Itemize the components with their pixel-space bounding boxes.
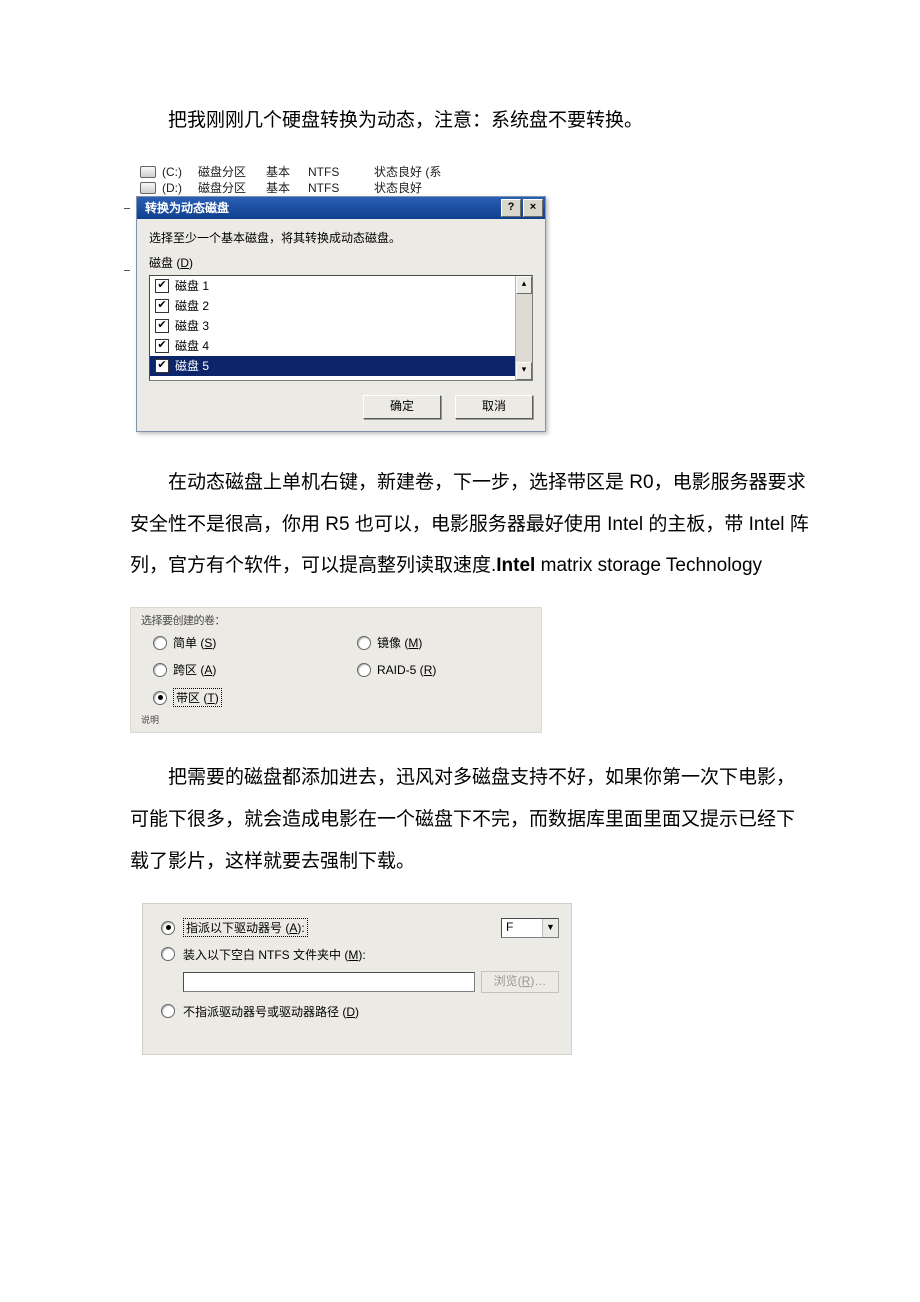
option-mount-folder[interactable]: 装入以下空白 NTFS 文件夹中 (M): — [161, 946, 559, 963]
drive-letter-value: F — [502, 919, 542, 937]
radio-label: RAID-5 (R) — [377, 663, 436, 677]
checkbox-icon[interactable]: ✔ — [155, 339, 169, 353]
col-type: 基本 — [266, 163, 302, 180]
checkbox-icon[interactable]: ✔ — [155, 279, 169, 293]
radio-icon[interactable] — [153, 636, 167, 650]
checkbox-icon[interactable]: ✔ — [155, 319, 169, 333]
radio-spanned[interactable]: 跨区 (A) — [153, 661, 327, 678]
scrollbar[interactable]: ▴ ▾ — [515, 276, 532, 380]
disk-row: (D:) 磁盘分区 基本 NTFS 状态良好 — [140, 180, 542, 196]
radio-icon[interactable] — [161, 1004, 175, 1018]
chevron-down-icon[interactable]: ▼ — [542, 919, 558, 937]
radio-mirror[interactable]: 镜像 (M) — [357, 634, 531, 651]
disk-list-background: (C:) 磁盘分区 基本 NTFS 状态良好 (系 (D:) 磁盘分区 基本 N… — [136, 162, 546, 196]
volume-type-footer: 说明 — [141, 713, 531, 726]
radio-raid5[interactable]: RAID-5 (R) — [357, 661, 531, 678]
disk-check-label: 磁盘 3 — [175, 317, 209, 334]
radio-label: 装入以下空白 NTFS 文件夹中 (M): — [183, 946, 366, 963]
radio-icon[interactable] — [153, 663, 167, 677]
browse-button[interactable]: 浏览(R)… — [481, 971, 559, 993]
col-fs: NTFS — [308, 165, 348, 179]
radio-simple[interactable]: 简单 (S) — [153, 634, 327, 651]
col-type: 基本 — [266, 179, 302, 196]
radio-icon[interactable] — [357, 636, 371, 650]
disk-check-item[interactable]: ✔ 磁盘 4 — [150, 336, 515, 356]
radio-label: 不指派驱动器号或驱动器路径 (D) — [183, 1003, 359, 1020]
radio-label: 跨区 (A) — [173, 661, 216, 678]
option-assign-letter[interactable]: 指派以下驱动器号 (A): F ▼ — [161, 918, 559, 938]
disk-icon — [140, 182, 156, 194]
help-button[interactable]: ? — [501, 199, 521, 217]
volume-type-header: 选择要创建的卷： — [141, 612, 531, 628]
radio-label: 带区 (T) — [173, 688, 222, 707]
radio-icon[interactable] — [161, 947, 175, 961]
disk-check-label: 磁盘 2 — [175, 297, 209, 314]
disk-check-label: 磁盘 4 — [175, 337, 209, 354]
screenshot-convert-dynamic: (C:) 磁盘分区 基本 NTFS 状态良好 (系 (D:) 磁盘分区 基本 N… — [136, 162, 546, 432]
disk-icon — [140, 166, 156, 178]
paragraph-3: 把需要的磁盘都添加进去，迅风对多磁盘支持不好，如果你第一次下电影，可能下很多，就… — [130, 757, 810, 882]
col-status: 状态良好 (系 — [374, 163, 454, 180]
close-button[interactable]: × — [523, 199, 543, 217]
drive-letter: (D:) — [162, 181, 192, 195]
dialog-instruction: 选择至少一个基本磁盘，将其转换成动态磁盘。 — [149, 229, 533, 246]
col-fs: NTFS — [308, 181, 348, 195]
disk-check-item[interactable]: ✔ 磁盘 3 — [150, 316, 515, 336]
disk-check-item[interactable]: ✔ 磁盘 1 — [150, 276, 515, 296]
checkbox-icon[interactable]: ✔ — [155, 299, 169, 313]
radio-label: 镜像 (M) — [377, 634, 422, 651]
col-partition: 磁盘分区 — [198, 163, 260, 180]
option-no-assign[interactable]: 不指派驱动器号或驱动器路径 (D) — [161, 1003, 559, 1020]
radio-icon[interactable] — [357, 663, 371, 677]
disk-check-label: 磁盘 1 — [175, 277, 209, 294]
disk-check-item[interactable]: ✔ 磁盘 2 — [150, 296, 515, 316]
convert-dialog: 转换为动态磁盘 ? × 选择至少一个基本磁盘，将其转换成动态磁盘。 磁盘 (D)… — [136, 196, 546, 432]
radio-icon[interactable] — [153, 691, 167, 705]
screenshot-drive-letter: 指派以下驱动器号 (A): F ▼ 装入以下空白 NTFS 文件夹中 (M): … — [142, 903, 572, 1055]
col-partition: 磁盘分区 — [198, 179, 260, 196]
paragraph-2: 在动态磁盘上单机右键，新建卷，下一步，选择带区是 R0，电影服务器要求安全性不是… — [130, 462, 810, 587]
mount-path-input[interactable] — [183, 972, 475, 992]
dialog-title: 转换为动态磁盘 — [145, 199, 229, 216]
disk-row: (C:) 磁盘分区 基本 NTFS 状态良好 (系 — [140, 164, 542, 180]
radio-icon[interactable] — [161, 921, 175, 935]
drive-letter: (C:) — [162, 165, 192, 179]
list-label: 磁盘 (D) — [149, 254, 533, 271]
ok-button[interactable]: 确定 — [363, 395, 441, 419]
radio-striped[interactable]: 带区 (T) — [153, 688, 327, 707]
col-status: 状态良好 — [374, 179, 454, 196]
drive-letter-dropdown[interactable]: F ▼ — [501, 918, 559, 938]
radio-label: 指派以下驱动器号 (A): — [183, 918, 308, 937]
radio-label: 简单 (S) — [173, 634, 216, 651]
cancel-button[interactable]: 取消 — [455, 395, 533, 419]
scroll-down-button[interactable]: ▾ — [516, 362, 532, 380]
paragraph-1: 把我刚刚几个硬盘转换为动态，注意：系统盘不要转换。 — [130, 100, 810, 142]
dialog-titlebar[interactable]: 转换为动态磁盘 ? × — [137, 197, 545, 219]
disk-check-label: 磁盘 5 — [175, 357, 209, 374]
checkbox-icon[interactable]: ✔ — [155, 359, 169, 373]
screenshot-volume-type: 选择要创建的卷： 简单 (S) 镜像 (M) 跨区 (A) RAID-5 (R)… — [130, 607, 542, 733]
scroll-up-button[interactable]: ▴ — [516, 276, 532, 294]
disk-check-item[interactable]: ✔ 磁盘 5 — [150, 356, 515, 376]
disk-checklist[interactable]: ✔ 磁盘 1 ✔ 磁盘 2 ✔ 磁盘 3 ✔ 磁 — [149, 275, 533, 381]
